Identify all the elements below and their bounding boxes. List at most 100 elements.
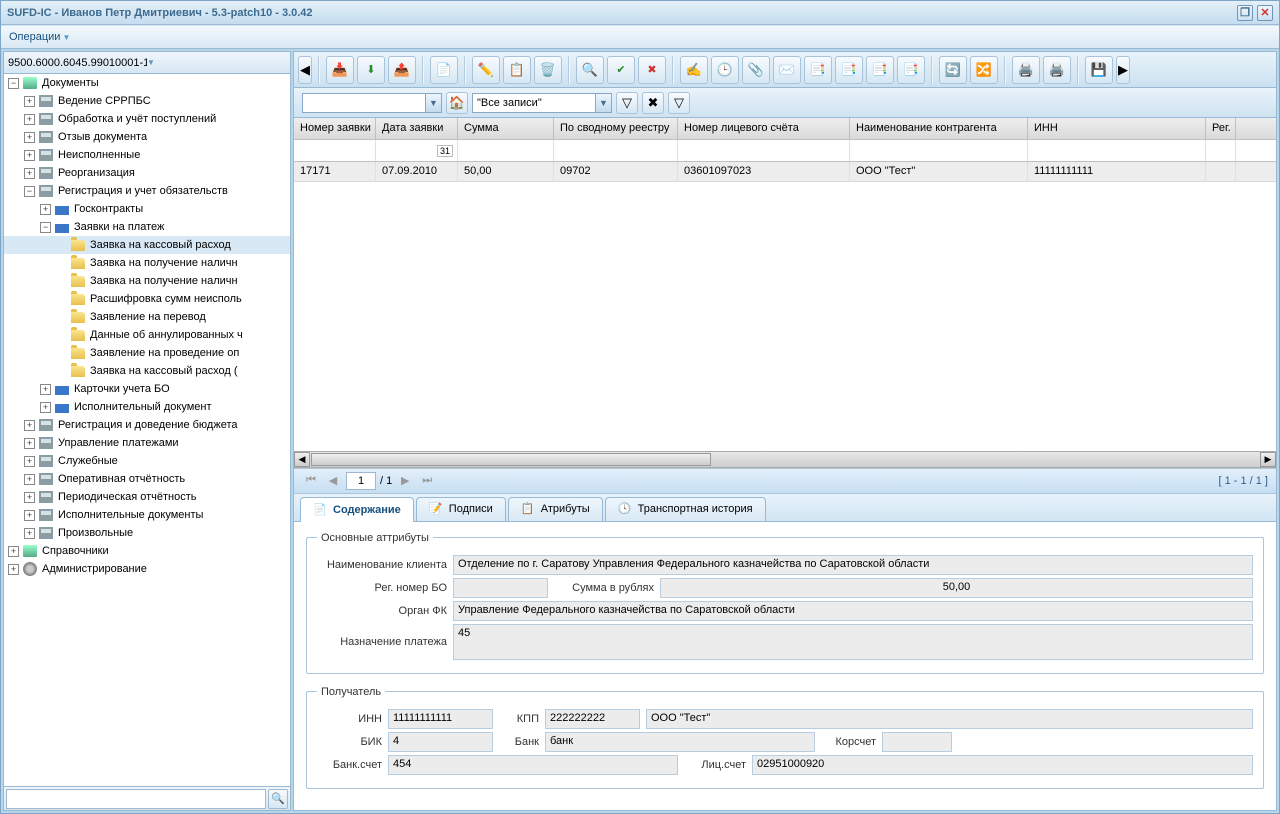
filter-input-number[interactable] [296, 143, 373, 159]
table-row[interactable]: 17171 07.09.2010 50,00 09702 03601097023… [294, 162, 1276, 182]
tree-item-unfulfilled[interactable]: +Неисполненные [4, 146, 290, 164]
col-counterparty[interactable]: Наименование контрагента [850, 118, 1028, 139]
bank-label: Банк [499, 736, 539, 748]
tree-item-cash-request2[interactable]: Заявка на кассовый расход ( [4, 362, 290, 380]
search-button[interactable]: 🔍 [268, 789, 288, 809]
tree-item-service[interactable]: +Служебные [4, 452, 290, 470]
batch3-button[interactable]: 📑 [866, 56, 894, 84]
filter-input-counterparty[interactable] [852, 143, 1025, 159]
next-page-button[interactable]: ▶ [396, 472, 414, 490]
chevron-down-icon: ▼ [425, 94, 441, 112]
page-input[interactable] [346, 472, 376, 490]
import-down-button[interactable]: ⬇ [357, 56, 385, 84]
tree-item-recall[interactable]: +Отзыв документа [4, 128, 290, 146]
edit-button[interactable]: ✏️ [472, 56, 500, 84]
col-account[interactable]: Номер лицевого счёта [678, 118, 850, 139]
refresh-button[interactable]: 🔄 [939, 56, 967, 84]
tree-root-admin[interactable]: +Администрирование [4, 560, 290, 578]
tree-item-bo-cards[interactable]: +Карточки учета БО [4, 380, 290, 398]
prev-page-button[interactable]: ◀ [324, 472, 342, 490]
col-request-number[interactable]: Номер заявки [294, 118, 376, 139]
export-button[interactable]: 📤 [388, 56, 416, 84]
tab-content[interactable]: 📄Содержание [300, 497, 414, 522]
pager: ⏮ ◀ / 1 ▶ ⏭ [ 1 - 1 / 1 ] [294, 468, 1276, 494]
search-input[interactable] [6, 789, 266, 809]
batch1-button[interactable]: 📑 [804, 56, 832, 84]
tree-item-cash-receive1[interactable]: Заявка на получение наличн [4, 254, 290, 272]
scroll-thumb[interactable] [311, 453, 711, 466]
tree-item-oper-report[interactable]: +Оперативная отчётность [4, 470, 290, 488]
tree-item-conduct[interactable]: Заявление на проведение оп [4, 344, 290, 362]
tree-item-payments[interactable]: +Управление платежами [4, 434, 290, 452]
tab-attributes[interactable]: 📋Атрибуты [508, 497, 603, 521]
tree-item-breakdown[interactable]: Расшифровка сумм неисполь [4, 290, 290, 308]
scroll-left-icon[interactable]: ◀ [294, 452, 310, 467]
print2-button[interactable]: 🖨️ [1043, 56, 1071, 84]
tree-item-cash-receive2[interactable]: Заявка на получение наличн [4, 272, 290, 290]
tree-item-payment-requests[interactable]: −Заявки на платеж [4, 218, 290, 236]
tree-item-registration[interactable]: −Регистрация и учет обязательств [4, 182, 290, 200]
scroll-right-icon[interactable]: ▶ [1260, 452, 1276, 467]
tree-item-budget[interactable]: +Регистрация и доведение бюджета [4, 416, 290, 434]
more-filter-button[interactable]: ▽ [668, 92, 690, 114]
apply-filter-button[interactable]: ▽ [616, 92, 638, 114]
doc-cancel-button[interactable]: ✖ [638, 56, 666, 84]
first-page-button[interactable]: ⏮ [302, 472, 320, 490]
new-doc-button[interactable]: 📄 [430, 56, 458, 84]
sign-button[interactable]: ✍️ [680, 56, 708, 84]
filter-field-combo[interactable]: ▼ [302, 93, 442, 113]
tree-root-documents[interactable]: −Документы [4, 74, 290, 92]
toggle-button[interactable]: 🔀 [970, 56, 998, 84]
tree-item-period-report[interactable]: +Периодическая отчётность [4, 488, 290, 506]
tree-root-reference[interactable]: +Справочники [4, 542, 290, 560]
delete-button[interactable]: 🗑️ [534, 56, 562, 84]
filter-input-consolidated[interactable] [556, 143, 675, 159]
import-button[interactable]: 📥 [326, 56, 354, 84]
doc-check-button[interactable]: ✔ [607, 56, 635, 84]
col-inn[interactable]: ИНН [1028, 118, 1206, 139]
tab-signatures[interactable]: 📝Подписи [416, 497, 506, 521]
lacct-label: Лиц.счет [684, 759, 746, 771]
attach-button[interactable]: 📎 [742, 56, 770, 84]
filter-home-button[interactable]: 🏠 [446, 92, 468, 114]
send-button[interactable]: ✉️ [773, 56, 801, 84]
restore-icon[interactable]: ❐ [1237, 5, 1253, 21]
tree-item-reorg[interactable]: +Реорганизация [4, 164, 290, 182]
tree-item-annulled[interactable]: Данные об аннулированных ч [4, 326, 290, 344]
filter-input-inn[interactable] [1030, 143, 1203, 159]
tree-item-exec-doc[interactable]: +Исполнительный документ [4, 398, 290, 416]
filter-records-combo[interactable]: "Все записи"▼ [472, 93, 612, 113]
tree-item-srrpbs[interactable]: +Ведение СРРПБС [4, 92, 290, 110]
doc-search-button[interactable]: 🔍 [576, 56, 604, 84]
print1-button[interactable]: 🖨️ [1012, 56, 1040, 84]
tree-item-cash-request[interactable]: Заявка на кассовый расход [4, 236, 290, 254]
calendar-icon[interactable]: 31 [437, 145, 453, 157]
menu-operations[interactable]: Операции ▼ [9, 31, 70, 43]
tree-item-goscontracts[interactable]: +Госконтракты [4, 200, 290, 218]
clear-filter-button[interactable]: ✖ [642, 92, 664, 114]
filter-input-account[interactable] [680, 143, 847, 159]
search-icon: 🔍 [271, 792, 285, 805]
chevron-down-icon[interactable]: ▼ [147, 58, 286, 67]
last-page-button[interactable]: ⏭ [418, 472, 436, 490]
tree-item-processing[interactable]: +Обработка и учёт поступлений [4, 110, 290, 128]
col-reg[interactable]: Рег. [1206, 118, 1236, 139]
tree-item-arbitrary[interactable]: +Произвольные [4, 524, 290, 542]
col-consolidated[interactable]: По сводному реестру [554, 118, 678, 139]
batch4-button[interactable]: 📑 [897, 56, 925, 84]
tree-item-transfer[interactable]: Заявление на перевод [4, 308, 290, 326]
save-disk-button[interactable]: 💾 [1085, 56, 1113, 84]
col-amount[interactable]: Сумма [458, 118, 554, 139]
copy-button[interactable]: 📋 [503, 56, 531, 84]
col-request-date[interactable]: Дата заявки [376, 118, 458, 139]
close-icon[interactable]: ✕ [1257, 5, 1273, 21]
batch2-button[interactable]: 📑 [835, 56, 863, 84]
filter-input-sum[interactable] [460, 143, 551, 159]
schedule-button[interactable]: 🕒 [711, 56, 739, 84]
horizontal-scrollbar[interactable]: ◀ ▶ [294, 451, 1276, 468]
nav-fwd-button[interactable]: ▶ [1116, 56, 1130, 84]
nav-back-button[interactable]: ◀ [298, 56, 312, 84]
tree-item-exec-docs[interactable]: +Исполнительные документы [4, 506, 290, 524]
tab-transport[interactable]: 🕓Транспортная история [605, 497, 766, 521]
attributes-icon: 📋 [521, 502, 535, 516]
